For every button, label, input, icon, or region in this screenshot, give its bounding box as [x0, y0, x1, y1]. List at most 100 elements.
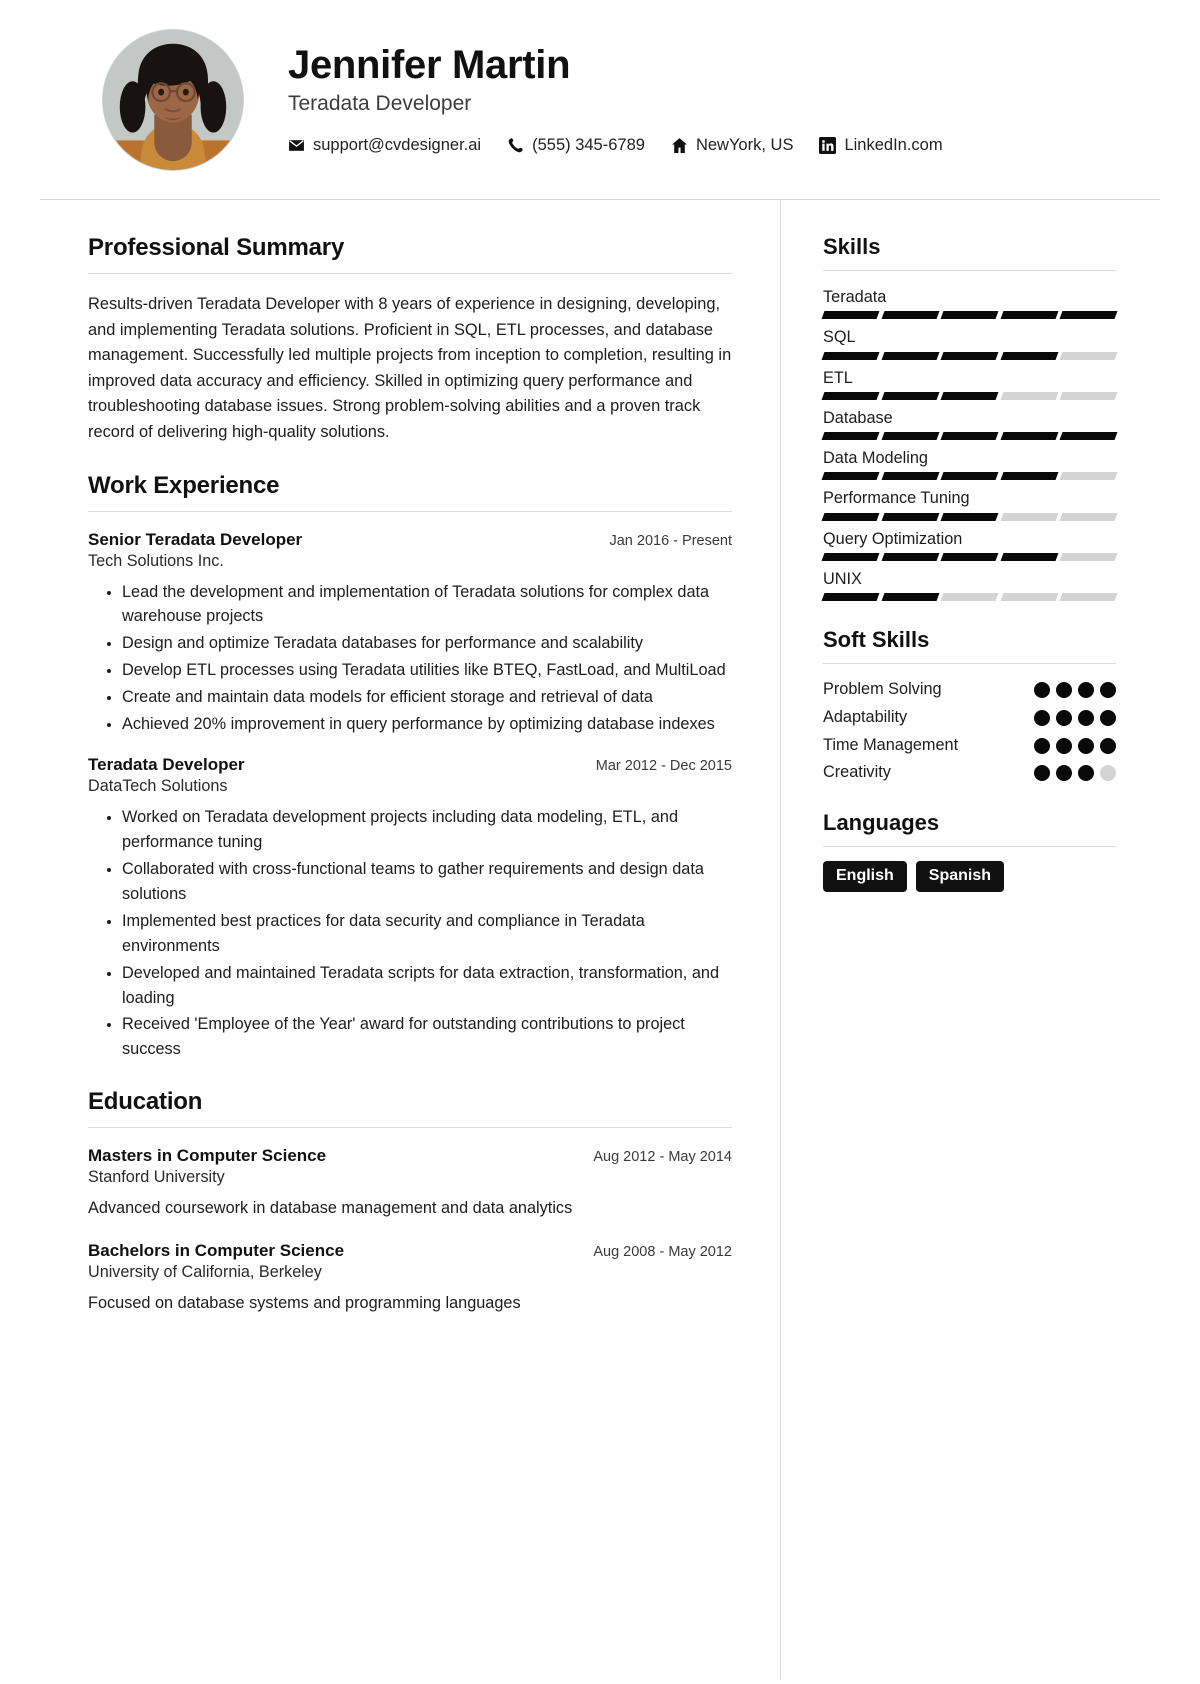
section-divider [823, 270, 1116, 271]
soft-skill-item: Time Management [823, 734, 1116, 757]
education-degree: Masters in Computer Science [88, 1146, 327, 1166]
skill-rating-bars [821, 351, 1118, 360]
section-skills: Skills Teradata SQL ETL Database Data Modeli… [821, 234, 1118, 601]
skill-bar-segment [940, 311, 999, 320]
experience-item-head: Teradata Developer Mar 2012 - Dec 2015 [88, 755, 732, 775]
skill-bar-segment [821, 432, 880, 440]
section-title: Professional Summary [88, 234, 345, 261]
avatar [102, 28, 244, 171]
linkedin-icon [819, 137, 837, 155]
soft-skill-name: Adaptability [823, 707, 908, 726]
skill-bar-segment [1000, 552, 1058, 561]
contact-phone[interactable]: (555) 345-6789 [507, 136, 645, 155]
education-item-head: Masters in Computer Science Aug 2012 - Ma… [88, 1146, 732, 1166]
sidebar-column: Skills Teradata SQL ETL Database Data Modeli… [780, 200, 1160, 1680]
skill-rating-bars [821, 311, 1118, 320]
section-title: Skills [823, 234, 881, 259]
skill-item: Database [821, 406, 1118, 440]
soft-skill-dot [1078, 737, 1094, 754]
envelope-icon [288, 137, 305, 154]
experience-job-title: Teradata Developer [88, 755, 245, 775]
resume-body: Professional Summary Results-driven Tera… [40, 200, 1160, 1680]
skill-bar-segment [821, 351, 880, 360]
section-title: Soft Skills [823, 627, 930, 652]
contact-phone-text: (555) 345-6789 [532, 136, 645, 155]
skill-bar-segment [1000, 432, 1058, 440]
experience-duty: Design and optimize Teradata databases f… [122, 631, 732, 656]
languages-list: English Spanish [823, 861, 1116, 893]
phone-icon [507, 137, 524, 154]
skill-bar-segment [1000, 472, 1058, 481]
skill-bar-segment [1059, 593, 1118, 601]
section-title: Languages [823, 810, 940, 836]
skill-bar-segment [1059, 391, 1118, 400]
experience-duty: Lead the development and implementation … [122, 580, 732, 630]
resume-header: Jennifer Martin Teradata Developer suppo… [40, 0, 1160, 200]
experience-duty: Received 'Employee of the Year' award fo… [122, 1012, 732, 1062]
contact-linkedin-text: LinkedIn.com [844, 136, 943, 155]
skill-bar-segment [1000, 351, 1058, 360]
skill-bar-segment [940, 472, 999, 481]
skill-bar-segment [821, 472, 880, 481]
skill-bar-segment [1000, 311, 1058, 320]
skill-bar-segment [1000, 512, 1058, 521]
skill-bar-segment [881, 472, 939, 481]
skill-bar-segment [940, 552, 999, 561]
soft-skill-dot [1034, 709, 1050, 726]
soft-skill-dot [1100, 737, 1116, 754]
education-description: Focused on database systems and programm… [88, 1293, 521, 1312]
education-list: Masters in Computer Science Aug 2012 - Ma… [88, 1146, 732, 1315]
contact-linkedin[interactable]: LinkedIn.com [819, 136, 943, 155]
skill-rating-bars [821, 512, 1118, 521]
soft-skills-list: Problem Solving Adaptability Time Manageme… [823, 678, 1116, 784]
education-description: Advanced coursework in database manageme… [88, 1199, 573, 1218]
job-role-subtitle: Teradata Developer [288, 92, 472, 116]
soft-skill-dot [1056, 737, 1072, 754]
skill-bar-segment [881, 512, 939, 521]
skill-bar-segment [881, 552, 939, 561]
skills-list: Teradata SQL ETL Database Data Modeling Perfo… [821, 285, 1118, 601]
soft-skill-rating-dots [1034, 678, 1116, 698]
skill-bar-segment [1059, 552, 1118, 561]
contact-location-text: NewYork, US [695, 136, 794, 155]
skill-name: UNIX [823, 569, 862, 588]
soft-skill-dot [1078, 709, 1094, 726]
section-languages: Languages English Spanish [823, 810, 1116, 893]
skill-item: SQL [821, 325, 1118, 360]
section-education: Education Masters in Computer Science Aug… [88, 1088, 732, 1315]
contact-location[interactable]: NewYork, US [671, 136, 794, 155]
education-item: Bachelors in Computer Science Aug 2008 - … [88, 1241, 732, 1315]
soft-skill-item: Problem Solving [823, 678, 1116, 701]
experience-list: Senior Teradata Developer Jan 2016 - Pres… [88, 530, 732, 1063]
skill-bar-segment [821, 391, 880, 400]
skill-item: Performance Tuning [821, 486, 1118, 521]
skill-rating-bars [821, 472, 1118, 481]
experience-company: Tech Solutions Inc. [88, 551, 224, 570]
contact-email[interactable]: support@cvdesigner.ai [288, 136, 481, 155]
experience-item: Senior Teradata Developer Jan 2016 - Pres… [88, 530, 732, 738]
experience-duty: Worked on Teradata development projects … [122, 805, 732, 855]
skill-bar-segment [821, 552, 880, 561]
soft-skill-dot [1034, 682, 1050, 698]
experience-duty: Achieved 20% improvement in query perfor… [122, 712, 732, 737]
education-item: Masters in Computer Science Aug 2012 - Ma… [88, 1146, 732, 1220]
education-school: University of California, Berkeley [88, 1262, 322, 1281]
soft-skill-item: Creativity [823, 761, 1116, 784]
soft-skill-dot [1034, 737, 1050, 754]
skill-item: ETL [821, 366, 1118, 400]
skill-bar-segment [940, 432, 999, 440]
skill-bar-segment [821, 311, 880, 320]
section-divider [88, 273, 732, 274]
skill-rating-bars [821, 552, 1118, 561]
skill-bar-segment [940, 593, 999, 601]
skill-name: SQL [823, 328, 856, 347]
soft-skill-dot [1100, 709, 1116, 726]
soft-skill-dot [1056, 709, 1072, 726]
section-title: Education [88, 1088, 203, 1116]
skill-bar-segment [881, 593, 939, 601]
experience-company: DataTech Solutions [88, 777, 228, 796]
soft-skill-dot [1056, 765, 1072, 782]
section-soft-skills: Soft Skills Problem Solving Adaptability T… [823, 627, 1116, 784]
skill-bar-segment [940, 351, 999, 360]
section-work-experience: Work Experience Senior Teradata Develope… [88, 472, 732, 1063]
